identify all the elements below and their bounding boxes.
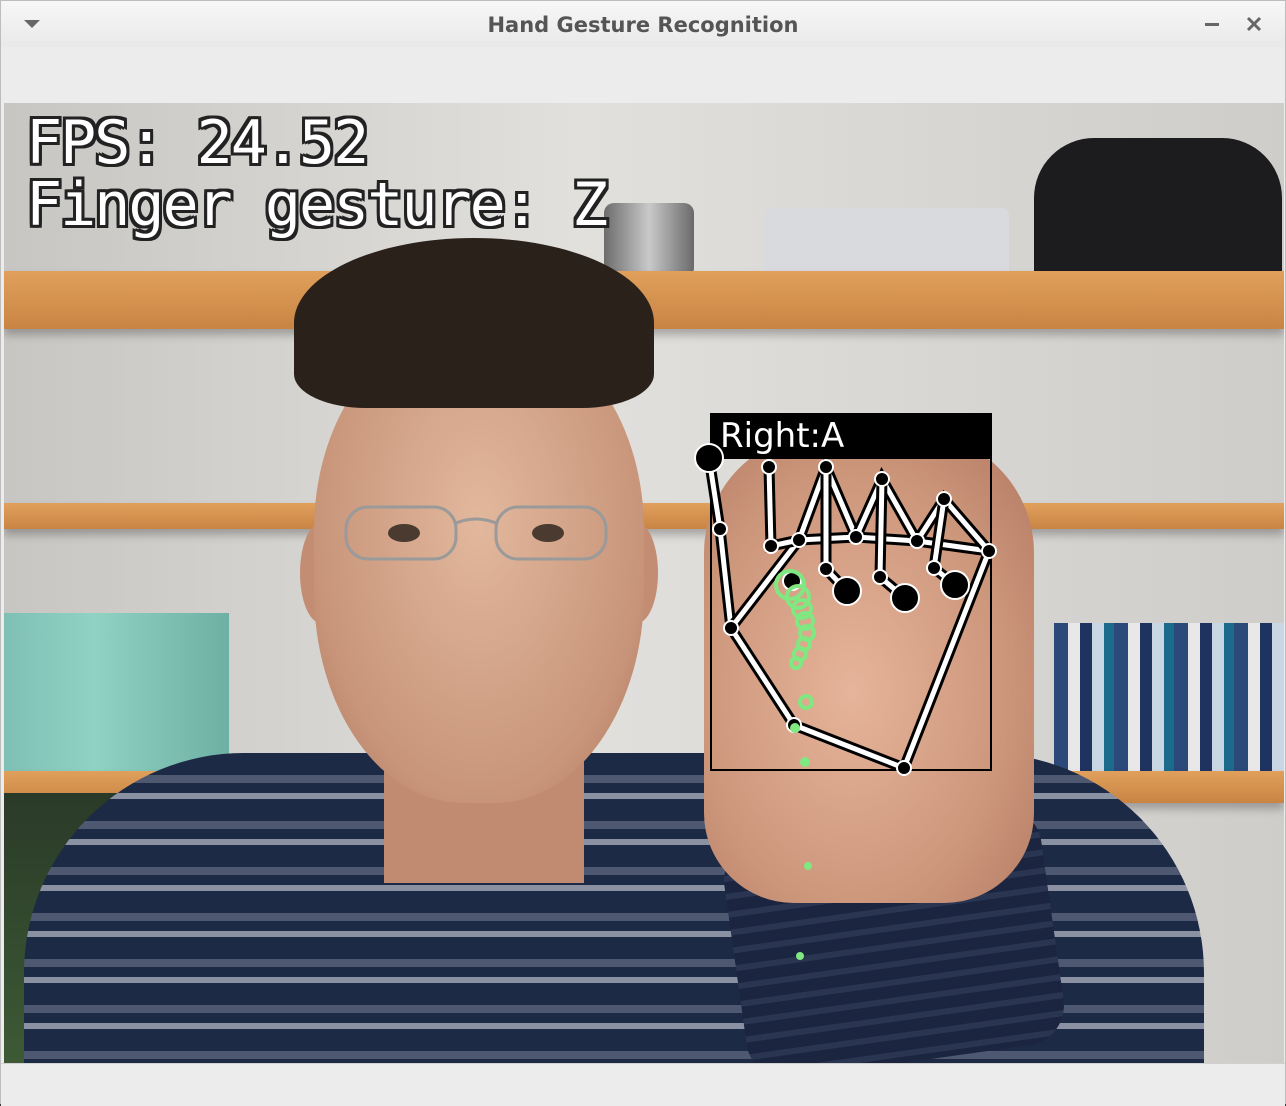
close-icon: [1246, 16, 1262, 32]
hand-landmarks-overlay: [694, 443, 997, 960]
app-window: Hand Gesture Recognition Right:A FPS: 24…: [0, 0, 1286, 1106]
title-bar[interactable]: Hand Gesture Recognition: [1, 1, 1285, 48]
fps-readout: FPS: 24.52: [26, 108, 369, 178]
window-title: Hand Gesture Recognition: [487, 13, 799, 37]
camera-feed: Right:A FPS: 24.52 Finger gesture: Z: [4, 103, 1284, 1063]
fingertip-trail: [774, 569, 816, 710]
minimize-icon: [1205, 23, 1219, 26]
empty-toolbar-area: [1, 47, 1285, 103]
finger-gesture-readout: Finger gesture: Z: [26, 170, 608, 240]
fingertip-trail-dots: [790, 723, 812, 960]
status-bar: [1, 1063, 1285, 1106]
close-button[interactable]: [1239, 9, 1269, 39]
minimize-button[interactable]: [1197, 9, 1227, 39]
